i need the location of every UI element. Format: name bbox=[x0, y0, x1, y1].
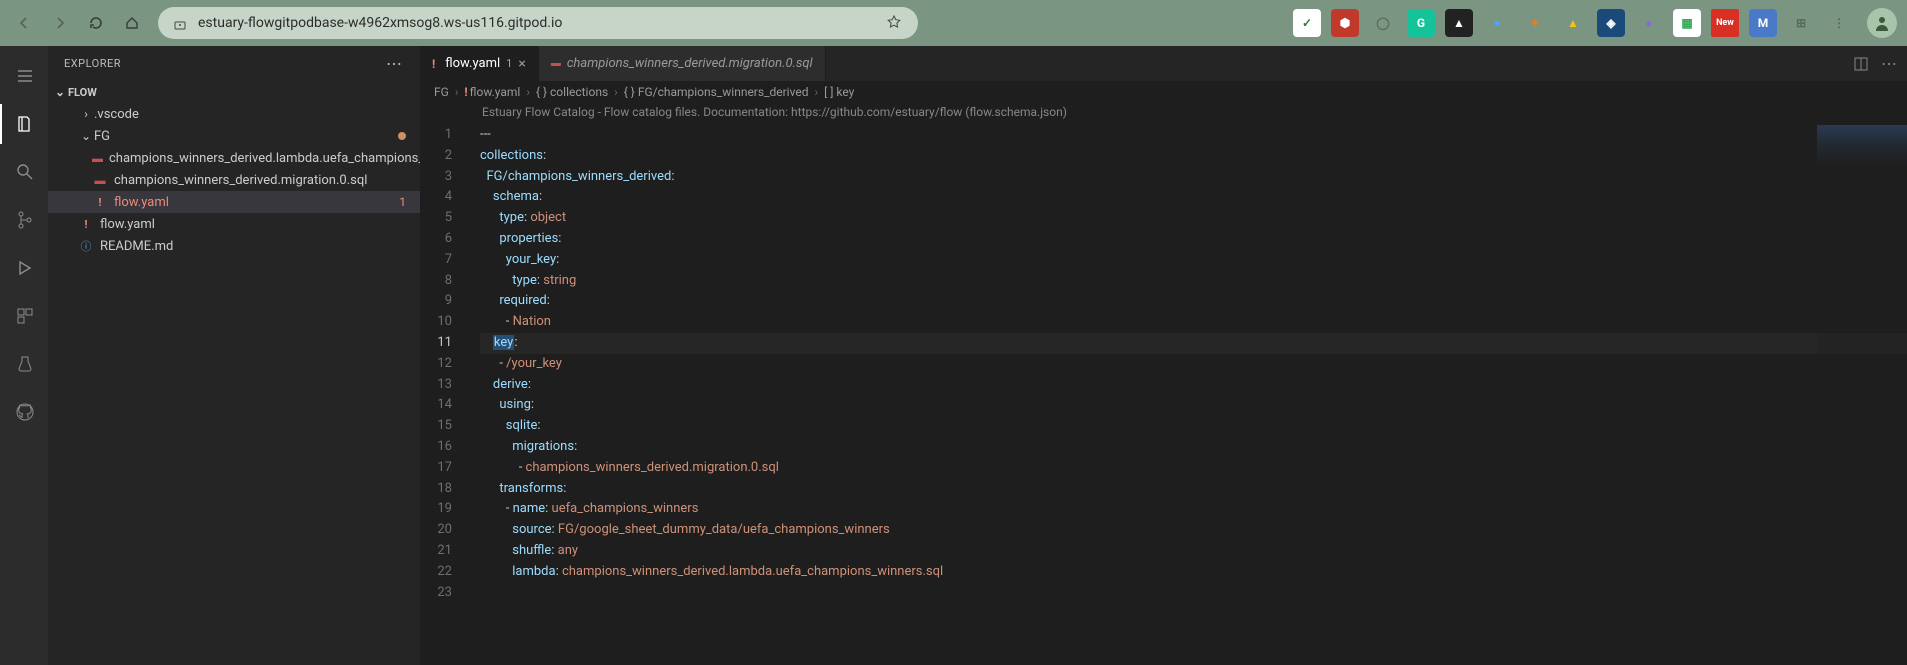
extension-purple-icon[interactable]: ● bbox=[1635, 9, 1663, 37]
extension-new-icon[interactable]: New bbox=[1711, 9, 1739, 37]
extension-sheet-icon[interactable]: ▦ bbox=[1673, 9, 1701, 37]
file-item[interactable]: ▬champions_winners_derived.lambda.uefa_c… bbox=[48, 147, 420, 169]
home-button[interactable] bbox=[118, 9, 146, 37]
breadcrumb-segment[interactable]: { } FG/champions_winners_derived bbox=[624, 85, 809, 99]
code-content[interactable]: ---collections: FG/champions_winners_der… bbox=[468, 125, 1907, 665]
file-item[interactable]: ▬ champions_winners_derived.migration.0.s… bbox=[48, 169, 420, 191]
sidebar-title: EXPLORER bbox=[64, 57, 121, 70]
menu-icon[interactable] bbox=[0, 56, 48, 96]
file-name: flow.yaml bbox=[114, 195, 169, 210]
activity-bar bbox=[0, 46, 48, 665]
github-icon[interactable] bbox=[0, 392, 48, 432]
extension-m-icon[interactable]: M bbox=[1749, 9, 1777, 37]
forward-button bbox=[46, 9, 74, 37]
close-icon[interactable]: × bbox=[518, 56, 525, 72]
extension-ext-icon[interactable]: ⊞ bbox=[1787, 9, 1815, 37]
problem-count: 1 bbox=[399, 195, 406, 209]
schema-banner: Estuary Flow Catalog - Flow catalog file… bbox=[420, 103, 1907, 125]
extension-grammarly-icon[interactable]: G bbox=[1407, 9, 1435, 37]
breadcrumb-segment[interactable]: { } collections bbox=[536, 85, 608, 99]
extension-ublock-icon[interactable]: ⬢ bbox=[1331, 9, 1359, 37]
folder-.vscode[interactable]: ›.vscode bbox=[48, 103, 420, 125]
problem-count: 1 bbox=[506, 57, 512, 70]
extension-fox-icon[interactable]: ✦ bbox=[1521, 9, 1549, 37]
line-gutter: 1234567891011121314151617181920212223 bbox=[420, 125, 468, 665]
tab-bar: ! flow.yaml 1 × ▬ champions_winners_derived.m… bbox=[420, 46, 1907, 81]
database-icon: ▬ bbox=[551, 58, 561, 69]
info-icon: ⓘ bbox=[78, 238, 94, 254]
database-icon: ▬ bbox=[92, 150, 103, 166]
split-editor-icon[interactable] bbox=[1853, 56, 1869, 72]
extension-menu-icon[interactable]: ⋮ bbox=[1825, 9, 1853, 37]
database-icon: ▬ bbox=[92, 172, 108, 188]
editor-more-icon[interactable]: ⋯ bbox=[1881, 54, 1897, 73]
run-debug-icon[interactable] bbox=[0, 248, 48, 288]
code-editor[interactable]: 1234567891011121314151617181920212223 --… bbox=[420, 125, 1907, 665]
browser-toolbar: estuary-flowgitpodbase-w4962xmsog8.ws-us… bbox=[0, 0, 1907, 46]
profile-avatar[interactable] bbox=[1867, 8, 1897, 38]
file-name: flow.yaml bbox=[100, 217, 155, 232]
breadcrumbs[interactable]: FG›!flow.yaml›{ } collections›{ } FG/cha… bbox=[420, 81, 1907, 103]
modified-dot-icon bbox=[398, 132, 406, 140]
back-button bbox=[10, 9, 38, 37]
tab-label: flow.yaml bbox=[445, 56, 500, 71]
reload-button[interactable] bbox=[82, 9, 110, 37]
editor-actions: ⋯ bbox=[1853, 46, 1907, 81]
breadcrumb-segment[interactable]: !flow.yaml bbox=[464, 85, 520, 99]
extensions-icon[interactable] bbox=[0, 296, 48, 336]
file-name: FG bbox=[94, 129, 110, 144]
tab-label: champions_winners_derived.migration.0.sq… bbox=[567, 56, 813, 71]
yaml-warning-icon: ! bbox=[92, 194, 108, 210]
yaml-warning-icon: ! bbox=[78, 216, 94, 232]
search-icon[interactable] bbox=[0, 152, 48, 192]
extension-check-icon[interactable]: ✓ bbox=[1293, 9, 1321, 37]
folder-FG[interactable]: ⌄FG bbox=[48, 125, 420, 147]
editor-group: !flow.yaml1×▬champions_winners_derived.m… bbox=[420, 46, 1907, 665]
yaml-warning-icon: ! bbox=[432, 57, 435, 71]
chevron-down-icon: ⌄ bbox=[52, 85, 68, 99]
file-item[interactable]: ! flow.yaml bbox=[48, 213, 420, 235]
explorer-sidebar: EXPLORER ⋯ ⌄ FLOW ›.vscode⌄FG▬champions_… bbox=[48, 46, 420, 665]
workspace-root[interactable]: ⌄ FLOW bbox=[48, 81, 420, 103]
sidebar-more-icon[interactable]: ⋯ bbox=[386, 54, 404, 73]
sidebar-header: EXPLORER ⋯ bbox=[48, 46, 420, 81]
tab-flow-yaml[interactable]: ! flow.yaml 1 × bbox=[420, 46, 539, 81]
url-text: estuary-flowgitpodbase-w4962xmsog8.ws-us… bbox=[198, 15, 876, 31]
extension-dark-icon[interactable]: ▲ bbox=[1445, 9, 1473, 37]
root-folder-name: FLOW bbox=[68, 86, 97, 99]
tab-champions-winners-derived-migration-0-sql[interactable]: ▬ champions_winners_derived.migration.0.s… bbox=[539, 46, 826, 81]
file-item[interactable]: ⓘ README.md bbox=[48, 235, 420, 257]
file-name: README.md bbox=[100, 239, 173, 254]
testing-icon[interactable] bbox=[0, 344, 48, 384]
extension-sync-icon[interactable]: ◯ bbox=[1369, 9, 1397, 37]
source-control-icon[interactable] bbox=[0, 200, 48, 240]
site-settings-icon[interactable] bbox=[172, 15, 188, 31]
address-bar[interactable]: estuary-flowgitpodbase-w4962xmsog8.ws-us… bbox=[158, 7, 918, 39]
explorer-icon[interactable] bbox=[0, 104, 48, 144]
file-tree: ›.vscode⌄FG▬champions_winners_derived.la… bbox=[48, 103, 420, 257]
file-item[interactable]: ! flow.yaml 1 bbox=[48, 191, 420, 213]
extension-arc-icon[interactable]: ◈ bbox=[1597, 9, 1625, 37]
file-name: .vscode bbox=[94, 107, 139, 122]
extension-blue-icon[interactable]: ● bbox=[1483, 9, 1511, 37]
breadcrumb-segment[interactable]: [ ] key bbox=[824, 85, 854, 99]
file-name: champions_winners_derived.migration.0.sq… bbox=[114, 173, 367, 188]
extension-drive-icon[interactable]: ▲ bbox=[1559, 9, 1587, 37]
minimap[interactable] bbox=[1817, 125, 1907, 665]
bookmark-star-icon[interactable] bbox=[886, 14, 904, 32]
breadcrumb-segment[interactable]: FG bbox=[434, 85, 449, 99]
